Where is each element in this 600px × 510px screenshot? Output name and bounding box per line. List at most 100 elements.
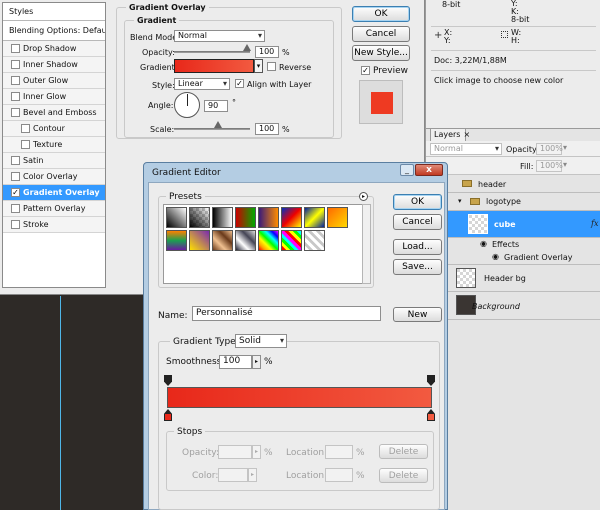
align-with-layer-checkbox[interactable]: ✓ xyxy=(235,79,244,88)
contour-checkbox[interactable] xyxy=(21,124,30,133)
editor-ok-button[interactable]: OK xyxy=(393,194,442,210)
angle-dial[interactable] xyxy=(174,92,200,118)
new-gradient-button[interactable]: New xyxy=(393,307,442,322)
stop-opacity-dropdown-icon[interactable]: ▸ xyxy=(252,445,261,459)
fill-dropdown-icon[interactable]: ▾ xyxy=(563,160,567,169)
preset-fg-transparent[interactable] xyxy=(189,207,210,228)
style-gradient-overlay[interactable]: ✓ Gradient Overlay xyxy=(3,185,105,201)
blending-options[interactable]: Blending Options: Default xyxy=(3,21,105,41)
stop-color-swatch[interactable] xyxy=(218,468,248,482)
name-input[interactable]: Personnalisé xyxy=(192,306,381,321)
styles-header[interactable]: Styles xyxy=(3,3,105,21)
layer-row-logotype[interactable]: ▾ logotype xyxy=(430,193,600,211)
style-inner-shadow[interactable]: Inner Shadow xyxy=(3,57,105,73)
angle-input[interactable]: 90 xyxy=(204,100,228,112)
layers-tab[interactable]: Layers × xyxy=(430,128,470,141)
cancel-button[interactable]: Cancel xyxy=(352,26,410,42)
opacity-percent: % xyxy=(282,48,290,57)
color-delete-button[interactable]: Delete xyxy=(379,468,428,483)
preset-orange-yellow[interactable] xyxy=(327,207,348,228)
color-location-input[interactable] xyxy=(325,468,353,482)
preset-red-green[interactable] xyxy=(235,207,256,228)
opacity-delete-button[interactable]: Delete xyxy=(379,444,428,459)
drop-shadow-checkbox[interactable] xyxy=(11,44,20,53)
style-bevel-emboss[interactable]: Bevel and Emboss xyxy=(3,105,105,121)
scale-slider[interactable] xyxy=(174,128,250,130)
stroke-checkbox[interactable] xyxy=(11,220,20,229)
new-style-button[interactable]: New Style... xyxy=(352,45,410,61)
gradient-overlay-checkbox[interactable]: ✓ xyxy=(11,188,20,197)
style-inner-glow[interactable]: Inner Glow xyxy=(3,89,105,105)
expand-arrow-icon[interactable]: ▾ xyxy=(458,197,462,205)
preset-violet-orange[interactable] xyxy=(258,207,279,228)
preset-transparent-stripes[interactable] xyxy=(304,230,325,251)
minimize-icon[interactable]: _ xyxy=(400,164,414,176)
preset-blue-yellow-blue[interactable] xyxy=(304,207,325,228)
gradient-bar[interactable] xyxy=(167,387,432,408)
style-satin[interactable]: Satin xyxy=(3,153,105,169)
layer-opacity-input[interactable]: 100% xyxy=(536,143,563,155)
preset-copper[interactable] xyxy=(212,230,233,251)
preset-chrome[interactable] xyxy=(235,230,256,251)
opacity-input[interactable]: 100 xyxy=(255,46,279,58)
close-icon[interactable]: × xyxy=(463,130,470,139)
style-color-overlay[interactable]: Color Overlay xyxy=(3,169,105,185)
scale-slider-thumb[interactable] xyxy=(214,121,222,128)
style-contour[interactable]: Contour xyxy=(3,121,105,137)
layer-row-header-bg[interactable]: Header bg xyxy=(430,265,600,292)
preset-spectrum[interactable] xyxy=(258,230,279,251)
gradient-type-select[interactable]: Solid xyxy=(235,334,287,348)
opacity-slider[interactable] xyxy=(174,51,250,53)
pattern-overlay-checkbox[interactable] xyxy=(11,204,20,213)
preset-blue-red-yellow[interactable] xyxy=(281,207,302,228)
close-icon[interactable]: x xyxy=(415,164,443,176)
presets-scrollbar[interactable] xyxy=(362,204,371,284)
gradient-picker[interactable] xyxy=(174,59,254,73)
editor-save-button[interactable]: Save... xyxy=(393,259,442,275)
preset-black-white[interactable] xyxy=(212,207,233,228)
smoothness-input[interactable]: 100 xyxy=(219,355,252,369)
layer-row-gradient-overlay[interactable]: ◉ Gradient Overlay xyxy=(430,251,600,265)
style-drop-shadow[interactable]: Drop Shadow xyxy=(3,41,105,57)
preset-fg-bg[interactable] xyxy=(166,207,187,228)
ok-button[interactable]: OK xyxy=(352,6,410,22)
stop-color-dropdown-icon[interactable]: ▸ xyxy=(248,468,257,482)
style-pattern-overlay[interactable]: Pattern Overlay xyxy=(3,201,105,217)
layer-row-header[interactable]: header xyxy=(430,176,600,193)
layer-row-cube[interactable]: cube fx xyxy=(430,211,600,238)
eye-icon[interactable]: ◉ xyxy=(480,239,487,248)
preset-yellow-violet[interactable] xyxy=(189,230,210,251)
style-outer-glow[interactable]: Outer Glow xyxy=(3,73,105,89)
outer-glow-checkbox[interactable] xyxy=(11,76,20,85)
texture-checkbox[interactable] xyxy=(21,140,30,149)
style-select[interactable]: Linear xyxy=(174,78,230,90)
layer-name-header: header xyxy=(478,180,507,189)
editor-cancel-button[interactable]: Cancel xyxy=(393,214,442,230)
layer-row-background[interactable]: Background xyxy=(430,292,600,320)
reverse-checkbox[interactable] xyxy=(267,62,276,71)
preset-violet-green-orange[interactable] xyxy=(166,230,187,251)
gradient-dropdown-button[interactable]: ▾ xyxy=(254,59,263,73)
preview-checkbox[interactable]: ✓ xyxy=(361,66,370,75)
style-stroke[interactable]: Stroke xyxy=(3,217,105,233)
satin-checkbox[interactable] xyxy=(11,156,20,165)
opacity-location-input[interactable] xyxy=(325,445,353,459)
editor-load-button[interactable]: Load... xyxy=(393,239,442,255)
blend-mode-select[interactable]: Normal xyxy=(174,30,265,42)
opacity-dropdown-icon[interactable]: ▾ xyxy=(563,143,567,152)
inner-shadow-checkbox[interactable] xyxy=(11,60,20,69)
scale-input[interactable]: 100 xyxy=(255,123,279,135)
preset-transparent-rainbow[interactable] xyxy=(281,230,302,251)
style-texture[interactable]: Texture xyxy=(3,137,105,153)
stop-opacity-input[interactable] xyxy=(218,445,252,459)
bevel-emboss-checkbox[interactable] xyxy=(11,108,20,117)
opacity-slider-thumb[interactable] xyxy=(243,44,251,51)
color-overlay-checkbox[interactable] xyxy=(11,172,20,181)
eye-icon[interactable]: ◉ xyxy=(492,252,499,261)
layer-fill-input[interactable]: 100% xyxy=(536,160,563,172)
layer-row-effects[interactable]: ◉ Effects xyxy=(430,238,600,251)
layer-blend-mode-select[interactable]: Normal xyxy=(430,143,502,155)
presets-menu-icon[interactable]: ▸ xyxy=(359,192,368,201)
inner-glow-checkbox[interactable] xyxy=(11,92,20,101)
smoothness-dropdown-icon[interactable]: ▸ xyxy=(252,355,261,369)
